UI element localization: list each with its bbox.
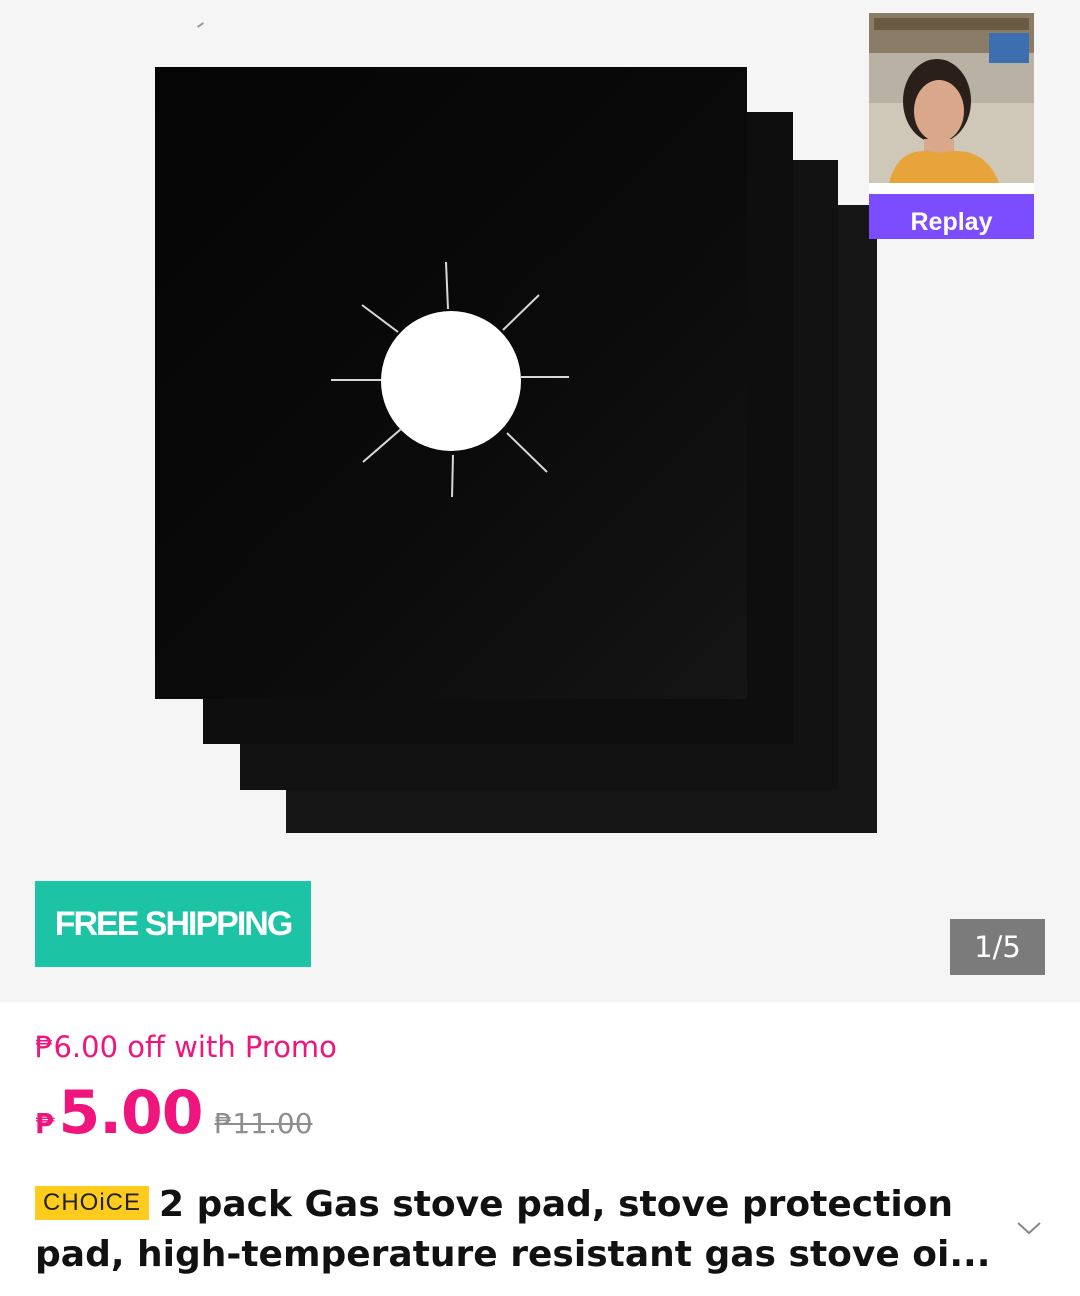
title-text-1: 2 pack Gas stove pad, stove protection bbox=[159, 1184, 954, 1225]
original-price: ₱11.00 bbox=[214, 1107, 313, 1140]
chevron-down-icon[interactable] bbox=[1014, 1218, 1044, 1238]
promo-discount-text[interactable]: ₱6.00 off with Promo bbox=[35, 1030, 337, 1064]
burner-hole-graphic bbox=[331, 261, 569, 498]
replay-button[interactable]: Replay bbox=[869, 194, 1034, 239]
image-page-counter: 1/5 bbox=[950, 919, 1045, 975]
product-title[interactable]: CHOiCE 2 pack Gas stove pad, stove protec… bbox=[35, 1180, 995, 1280]
video-thumbnail-icon bbox=[869, 13, 1034, 183]
product-image-gallery[interactable]: Replay FREE SHIPPING 1/5 bbox=[0, 0, 1080, 1002]
title-text-2: pad, high-temperature resistant gas stov… bbox=[35, 1234, 991, 1275]
image-artifact bbox=[197, 22, 204, 28]
title-line-1: CHOiCE 2 pack Gas stove pad, stove protec… bbox=[35, 1180, 995, 1230]
live-video-preview[interactable]: Replay bbox=[869, 13, 1034, 239]
free-shipping-badge: FREE SHIPPING bbox=[35, 881, 311, 967]
price-row: ₱ 5.00 ₱11.00 bbox=[35, 1078, 313, 1148]
choice-badge: CHOiCE bbox=[35, 1186, 150, 1220]
currency-symbol: ₱ bbox=[35, 1107, 55, 1140]
current-price: 5.00 bbox=[58, 1078, 203, 1148]
